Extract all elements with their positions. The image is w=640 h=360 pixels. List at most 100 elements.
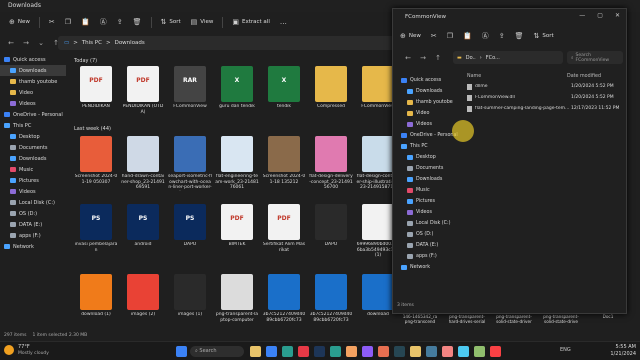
file-tile[interactable]: hand-drawn-container-shop_23-2149169591 [121, 136, 165, 191]
share-button[interactable]: ⇪ [114, 16, 126, 28]
app-icon[interactable] [362, 346, 373, 357]
app-icon[interactable] [490, 346, 501, 357]
file-tile[interactable]: Xguru dan tendik [215, 66, 259, 110]
sidebar-item[interactable]: Video [0, 87, 66, 98]
file-tile[interactable]: images (2) [121, 274, 165, 318]
file-row[interactable]: FCommonView.dll 1/20/2024 5:52 PM [463, 92, 623, 103]
word-icon[interactable] [314, 346, 325, 357]
delete-button[interactable]: 🗑 [130, 16, 145, 28]
column-name[interactable]: Name [463, 74, 567, 79]
file-tile[interactable]: png-transparent-hard-drives-serial [447, 314, 487, 324]
sidebar-item[interactable]: DATA (E:) [397, 240, 459, 251]
weather-temp[interactable]: 77°F [18, 344, 30, 350]
file-explorer-icon[interactable] [250, 346, 261, 357]
file-tile[interactable]: Doc1 [588, 314, 628, 319]
file-tile[interactable]: PS invasi pembelajaran [74, 204, 118, 253]
copy-button[interactable]: ❐ [62, 16, 74, 28]
cut-button[interactable]: ✂ [46, 16, 58, 28]
more-button[interactable]: … [277, 16, 290, 28]
minimize-icon[interactable]: — [579, 12, 585, 19]
sidebar-item[interactable]: Videos [0, 98, 66, 109]
file-row[interactable]: flat-summer-camping-landing-page-tem... 1… [463, 103, 623, 114]
file-tile[interactable]: Screenshot 2024-01-19 050307 [74, 136, 118, 185]
up-icon[interactable]: ↑ [433, 54, 443, 62]
app-icon[interactable] [442, 346, 453, 357]
breadcrumb-fcommonview[interactable]: FCo... [486, 55, 500, 61]
forward-icon[interactable]: → [418, 54, 428, 62]
start-icon[interactable] [176, 346, 187, 357]
sidebar-item[interactable]: thamb youtobe [397, 97, 459, 108]
sidebar-item[interactable]: Network [0, 241, 66, 252]
sidebar-item[interactable]: apps (F:) [397, 251, 459, 262]
sidebar-item[interactable]: Downloads [0, 65, 66, 76]
close-icon[interactable]: ✕ [615, 12, 620, 19]
language-indicator[interactable]: ENG [560, 347, 571, 353]
column-date[interactable]: Date modified [567, 74, 601, 79]
sidebar-item[interactable]: OneDrive - Personal [397, 130, 459, 141]
file-tile[interactable]: PDF PENDIDIKAN [74, 66, 118, 110]
file-tile[interactable]: png-transparent-solid-state-driver [494, 314, 534, 324]
group-header-last-week[interactable]: Last week (44) [74, 126, 111, 132]
paste-button[interactable]: 📋 [460, 30, 475, 42]
sidebar-item[interactable]: Downloads [397, 174, 459, 185]
sidebar-item[interactable]: DATA (E:) [0, 219, 66, 230]
file-tile[interactable]: 146-1465342_ra png-transcend [400, 314, 440, 324]
app-icon[interactable] [410, 346, 421, 357]
file-tile[interactable]: images (1) [168, 274, 212, 318]
delete-button[interactable]: 🗑 [512, 30, 527, 42]
sidebar-item[interactable]: Quick access [0, 54, 66, 65]
sort-button[interactable]: ⇅ Sort [158, 16, 184, 28]
sidebar-item[interactable]: Documents [397, 163, 459, 174]
paste-button[interactable]: 📋 [78, 16, 93, 28]
file-tile[interactable]: PS android [121, 204, 165, 248]
file-tile[interactable]: download (1) [74, 274, 118, 318]
sidebar-item[interactable]: Network [397, 262, 459, 273]
sidebar-item[interactable]: OneDrive - Personal [0, 109, 66, 120]
address-bar[interactable]: ▭ > This PC > Downloads [58, 36, 398, 50]
back-icon[interactable]: ← [403, 54, 413, 62]
sidebar-item[interactable]: Videos [0, 186, 66, 197]
file-tile[interactable]: Screenshot 2024-01-18 135212 [262, 136, 306, 185]
sidebar-item[interactable]: Quick access [397, 75, 459, 86]
store-icon[interactable] [282, 346, 293, 357]
sidebar-item[interactable]: Videos [397, 119, 459, 130]
maximize-icon[interactable]: ▢ [597, 12, 603, 19]
clock-date[interactable]: 1/21/2024 [600, 351, 636, 357]
app-icon[interactable] [458, 346, 469, 357]
sidebar-item[interactable]: Pictures [0, 175, 66, 186]
back-icon[interactable]: ← [6, 39, 16, 47]
file-tile[interactable]: PS DAPO [168, 204, 212, 248]
share-button[interactable]: ⇪ [496, 30, 508, 42]
sidebar-item[interactable]: Downloads [397, 86, 459, 97]
file-row[interactable]: dllme 1/20/2024 5:52 PM [463, 81, 623, 92]
clock-time[interactable]: 5:55 AM [600, 344, 636, 350]
sidebar-item[interactable]: apps (F:) [0, 230, 66, 241]
weather-desc[interactable]: Mostly cloudy [18, 351, 49, 356]
file-tile[interactable]: 3b7c52127409d4089cbb6720fc73 [262, 274, 306, 323]
sidebar-item[interactable]: Desktop [0, 131, 66, 142]
copy-button[interactable]: ❐ [444, 30, 456, 42]
app-icon[interactable] [378, 346, 389, 357]
breadcrumb-this-pc[interactable]: This PC [82, 40, 102, 46]
new-button[interactable]: ⊕ New [6, 16, 33, 28]
sidebar-item[interactable]: Local Disk (C:) [0, 197, 66, 208]
app-icon[interactable] [346, 346, 357, 357]
file-tile[interactable]: PDF Sertifikat Alim Masrikat [262, 204, 306, 253]
weather-icon[interactable] [4, 345, 14, 355]
forward-icon[interactable]: → [21, 39, 31, 47]
excel-icon[interactable] [330, 346, 341, 357]
sidebar-item[interactable]: Pictures [397, 196, 459, 207]
sidebar-item[interactable]: thamb youtobe [0, 76, 66, 87]
file-tile[interactable]: Xtendik [262, 66, 306, 110]
search-box[interactable]: ⌕ Search FCommonView [567, 51, 623, 64]
sidebar-item[interactable]: Local Disk (C:) [397, 218, 459, 229]
chevron-down-icon[interactable]: ⌄ [36, 39, 46, 47]
sidebar-item[interactable]: This PC [0, 120, 66, 131]
cut-button[interactable]: ✂ [428, 30, 440, 42]
sidebar-item[interactable]: Music [397, 185, 459, 196]
rename-button[interactable]: Ⓐ [97, 15, 110, 29]
sidebar-item[interactable]: Video [397, 108, 459, 119]
sidebar-item[interactable]: OS (D:) [0, 208, 66, 219]
sidebar-item[interactable]: Downloads [0, 153, 66, 164]
sidebar-item[interactable]: Documents [0, 142, 66, 153]
